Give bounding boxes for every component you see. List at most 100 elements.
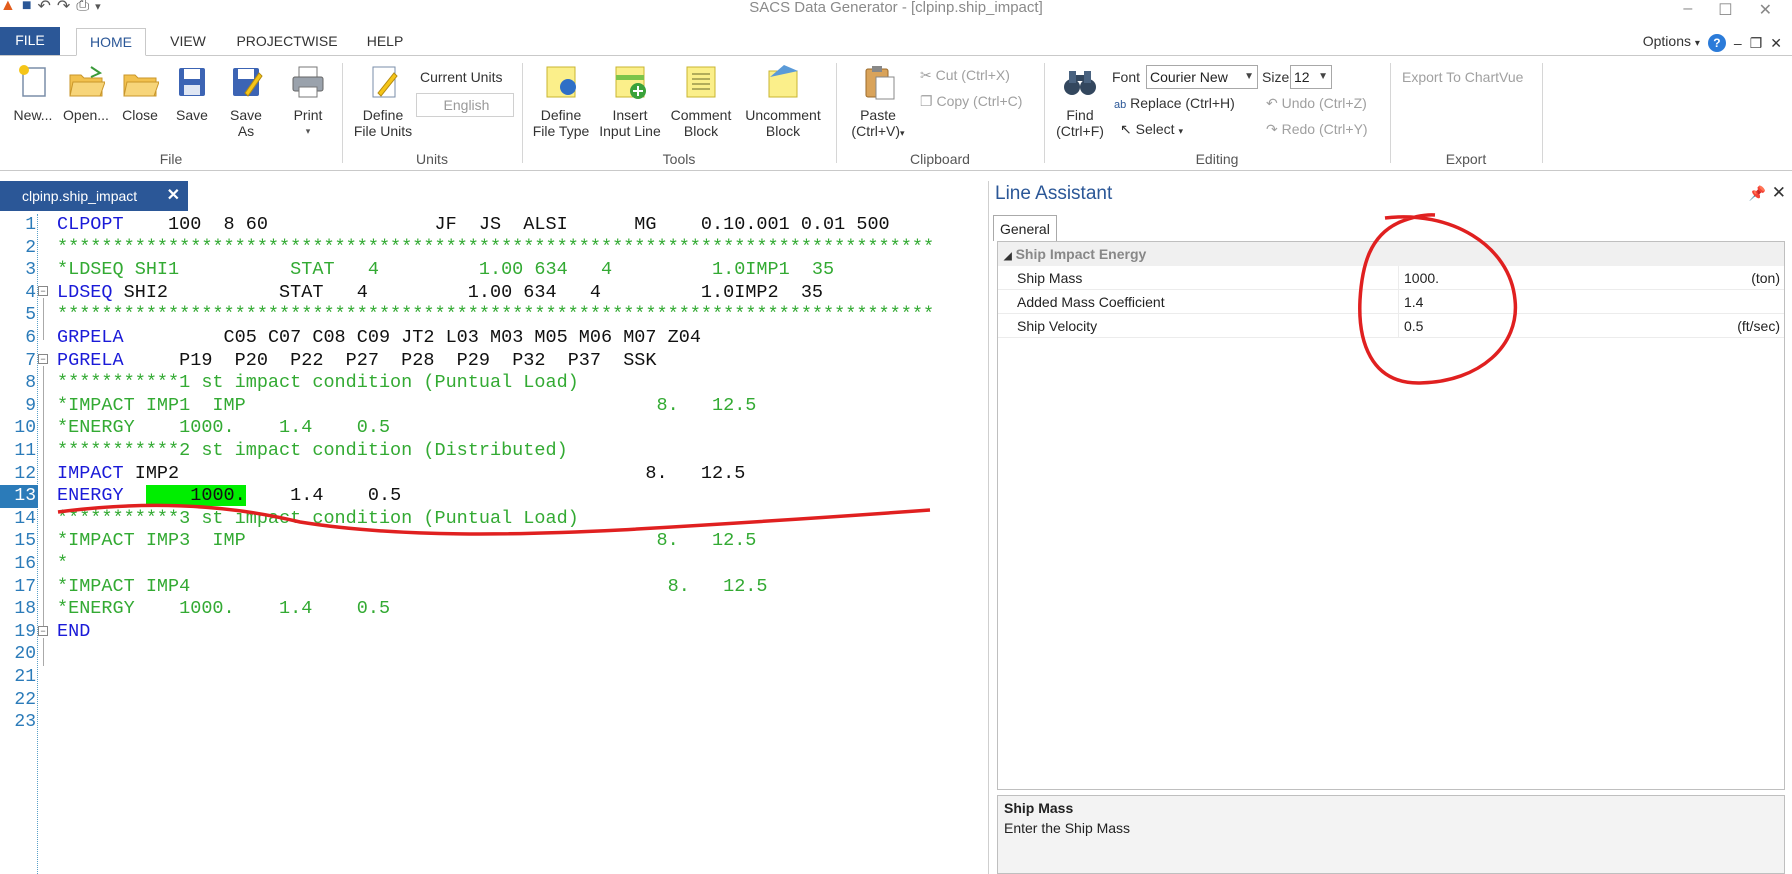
code-line[interactable]: 10 *ENERGY 1000. 1.4 0.5: [0, 417, 986, 440]
code-line[interactable]: 17 *IMPACT IMP4 8. 12.5: [0, 576, 986, 599]
code-text: PGRELA P19 P20 P22 P27 P28 P29 P32 P37 S…: [57, 350, 657, 373]
undo-button[interactable]: ↶ Undo (Ctrl+Z): [1266, 95, 1367, 112]
line-number: 16: [14, 554, 36, 574]
redo-button[interactable]: ↷ Redo (Ctrl+Y): [1266, 121, 1368, 138]
property-row-ship-mass[interactable]: Ship Mass 1000. (ton): [998, 266, 1784, 290]
maximize-icon[interactable]: ☐: [1718, 0, 1732, 20]
replace-button[interactable]: ab Replace (Ctrl+H): [1114, 95, 1235, 111]
line-number: 1: [25, 215, 36, 235]
line-number: 22: [14, 689, 36, 710]
code-line[interactable]: 5 ***************************************…: [0, 304, 986, 327]
keyword-token: IMPACT: [57, 462, 124, 484]
property-row-added-mass-coefficient[interactable]: Added Mass Coefficient 1.4: [998, 290, 1784, 314]
select-button[interactable]: ↖ Select ▾: [1120, 121, 1183, 138]
property-value-field[interactable]: 0.5: [1398, 314, 1766, 338]
keyword-token: LDSEQ: [57, 281, 113, 303]
current-units-field[interactable]: English: [416, 93, 514, 117]
redo-icon: ↷: [1266, 121, 1278, 137]
close-window-icon[interactable]: ✕: [1759, 0, 1772, 20]
close-panel-icon[interactable]: ✕: [1772, 183, 1786, 203]
uncomment-block-button[interactable]: Uncomment Block: [740, 63, 826, 139]
find-button[interactable]: Find (Ctrl+F): [1050, 63, 1110, 139]
fold-toggle-icon[interactable]: −: [38, 626, 48, 636]
help-icon[interactable]: ?: [1707, 33, 1726, 52]
code-line[interactable]: 2 ***************************************…: [0, 237, 986, 260]
code-text: END: [57, 621, 90, 644]
tab-view[interactable]: VIEW: [158, 28, 218, 56]
property-name: Added Mass Coefficient: [1017, 294, 1165, 310]
tab-projectwise[interactable]: PROJECTWISE: [232, 28, 342, 56]
line-number: 10: [14, 418, 36, 439]
code-line[interactable]: 23: [0, 711, 986, 734]
code-line[interactable]: 19 END: [0, 621, 986, 644]
print-label: Print: [293, 107, 323, 123]
code-line[interactable]: 8 ***********1 st impact condition (Puntu…: [0, 372, 986, 395]
code-line[interactable]: 6 GRPELA C05 C07 C08 C09 JT2 L03 M03 M05 …: [0, 327, 986, 350]
code-line[interactable]: 13 ENERGY 1000. 1.4 0.5: [0, 485, 986, 508]
save-button[interactable]: Save: [168, 63, 216, 123]
comment-token: *ENERGY 1000. 1.4 0.5: [57, 417, 391, 439]
group-separator: [1542, 63, 1543, 163]
paste-button[interactable]: Paste (Ctrl+V)▾: [842, 63, 914, 141]
property-category[interactable]: ◢ Ship Impact Energy: [998, 242, 1784, 266]
close-tab-icon[interactable]: ✕: [167, 181, 180, 211]
comment-block-button[interactable]: Comment Block: [668, 63, 734, 139]
code-line[interactable]: 11 ***********2 st impact condition (Dist…: [0, 440, 986, 463]
tab-home[interactable]: HOME: [76, 28, 146, 56]
description-title: Ship Mass: [1004, 800, 1074, 816]
code-line[interactable]: 16 *: [0, 553, 986, 576]
tab-general[interactable]: General: [993, 215, 1057, 241]
pin-icon[interactable]: 📌: [1749, 185, 1766, 202]
keyword-token: END: [57, 620, 91, 642]
code-line[interactable]: 21: [0, 666, 986, 689]
code-line[interactable]: 7 PGRELA P19 P20 P22 P27 P28 P29 P32 P37 …: [0, 350, 986, 373]
code-line[interactable]: 4 LDSEQ SHI2 STAT 4 1.00 634 4 1.0IMP2 35: [0, 282, 986, 305]
fold-toggle-icon[interactable]: −: [38, 354, 48, 364]
tab-help[interactable]: HELP: [360, 28, 410, 56]
code-line[interactable]: 14 ***********3 st impact condition (Punt…: [0, 508, 986, 531]
copy-button[interactable]: ❐ Copy (Ctrl+C): [920, 93, 1022, 110]
scissors-icon: ✂: [920, 67, 936, 83]
fold-toggle-icon[interactable]: −: [38, 286, 48, 296]
code-text: ENERGY 1000. 1.4 0.5: [57, 485, 401, 508]
ribbon-close-icon[interactable]: ✕: [1770, 30, 1782, 56]
ribbon-minimize-icon[interactable]: –: [1734, 30, 1742, 56]
minimize-icon[interactable]: –: [1683, 0, 1692, 20]
define-file-type-button[interactable]: Define File Type: [530, 63, 592, 139]
save-as-button[interactable]: Save As: [222, 63, 270, 139]
code-editor[interactable]: 1 CLPOPT 100 8 60 JF JS ALSI MG 0.10.001 …: [0, 214, 986, 874]
ribbon: New... Open... Close Save Save As Print …: [0, 57, 1792, 171]
ribbon-restore-icon[interactable]: ❐: [1750, 30, 1763, 56]
cut-button[interactable]: ✂ Cut (Ctrl+X): [920, 67, 1010, 84]
font-selector[interactable]: Courier New ▼: [1146, 65, 1258, 89]
options-menu[interactable]: Options ▾: [1643, 28, 1700, 57]
code-line[interactable]: 22: [0, 689, 986, 712]
export-chartvue-button[interactable]: Export To ChartVue: [1402, 69, 1523, 85]
new-button[interactable]: New...: [8, 63, 58, 123]
new-file-icon: [14, 63, 52, 101]
close-button[interactable]: Close: [116, 63, 164, 123]
code-line[interactable]: 9 *IMPACT IMP1 IMP 8. 12.5: [0, 395, 986, 418]
save-label: Save: [176, 107, 208, 123]
size-selector[interactable]: 12 ▼: [1290, 65, 1332, 89]
document-tab[interactable]: clpinp.ship_impact ✕: [0, 181, 188, 211]
insert-input-line-button[interactable]: Insert Input Line: [594, 63, 666, 139]
code-line[interactable]: 20: [0, 643, 986, 666]
define-file-units-button[interactable]: Define File Units: [352, 63, 414, 139]
property-value-field[interactable]: 1000.: [1398, 266, 1766, 290]
paste-dropdown-icon[interactable]: ▾: [900, 128, 905, 138]
code-line[interactable]: 15 *IMPACT IMP3 IMP 8. 12.5: [0, 530, 986, 553]
print-dropdown-icon[interactable]: ▾: [282, 123, 334, 139]
code-line[interactable]: 12 IMPACT IMP2 8. 12.5: [0, 463, 986, 486]
print-button[interactable]: Print ▾: [282, 63, 334, 139]
open-button[interactable]: Open...: [60, 63, 112, 123]
code-line[interactable]: 1 CLPOPT 100 8 60 JF JS ALSI MG 0.10.001 …: [0, 214, 986, 237]
save-as-label-2: As: [237, 123, 255, 139]
property-value-field[interactable]: 1.4: [1398, 290, 1766, 314]
code-line[interactable]: 3 *LDSEQ SHI1 STAT 4 1.00 634 4 1.0IMP1 3…: [0, 259, 986, 282]
line-number: 23: [14, 712, 36, 733]
keyword-token: PGRELA: [57, 349, 124, 371]
property-row-ship-velocity[interactable]: Ship Velocity 0.5 (ft/sec): [998, 314, 1784, 338]
tab-file[interactable]: FILE: [0, 27, 60, 55]
code-line[interactable]: 18 *ENERGY 1000. 1.4 0.5: [0, 598, 986, 621]
